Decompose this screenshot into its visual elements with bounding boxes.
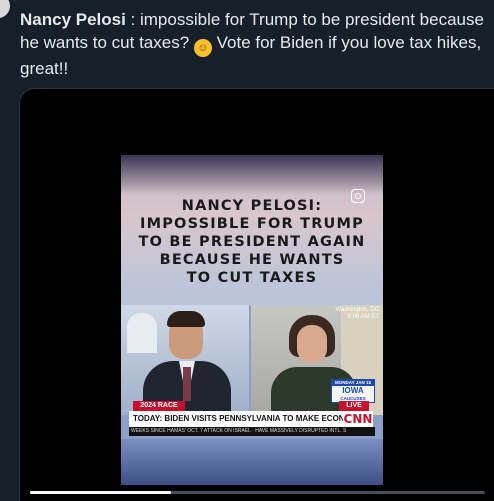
tweet-text: Nancy Pelosi : impossible for Trump to b… <box>20 8 485 80</box>
headline-line: TO CUT TAXES <box>186 270 318 286</box>
video-player[interactable]: NANCY PELOSI: IMPOSSIBLE FOR TRUMP TO BE… <box>19 88 494 501</box>
headline-line: TO BE PRESIDENT AGAIN <box>138 234 366 250</box>
headline-line: NANCY PELOSI: <box>181 198 323 214</box>
video-background-top <box>121 155 383 195</box>
headline-line: BECAUSE HE WANTS <box>159 252 345 268</box>
anchor-hair <box>167 311 205 327</box>
laughing-emoji-icon: ☺ <box>193 39 212 57</box>
race-tag: 2024 RACE <box>133 401 185 411</box>
network-logo: CNN <box>343 411 373 427</box>
video-progress-fill <box>30 491 172 494</box>
news-ticker: WEEKS SINCE HAMAS' OCT. 7 ATTACK ON ISRA… <box>129 427 375 436</box>
anchor-tie <box>183 367 191 401</box>
video-headline-overlay: NANCY PELOSI: IMPOSSIBLE FOR TRUMP TO BE… <box>121 191 383 307</box>
video-frame[interactable]: NANCY PELOSI: IMPOSSIBLE FOR TRUMP TO BE… <box>121 155 383 485</box>
live-badge: LIVE <box>339 401 369 411</box>
author-avatar[interactable] <box>0 0 10 18</box>
news-lower-third: TODAY: BIDEN VISITS PENNSYLVANIA TO MAKE… <box>129 411 345 427</box>
video-progress-bar[interactable] <box>30 491 485 494</box>
iowa-caucus-badge: MONDAY JAN 15 IOWA CAUCUSES <box>331 379 375 403</box>
anchor-panel <box>121 305 249 421</box>
location-label: Washington, DC 9:09 AM ET <box>336 307 379 321</box>
headline-line: IMPOSSIBLE FOR TRUMP <box>140 216 364 232</box>
capitol-dome-image <box>127 313 157 353</box>
time-text: 9:09 AM ET <box>347 314 379 320</box>
iowa-badge-title: IOWA <box>342 386 364 395</box>
guest-face <box>297 325 327 363</box>
video-background-bottom <box>121 439 383 485</box>
tweet-author-name[interactable]: Nancy Pelosi <box>20 10 126 29</box>
location-text: Washington, DC <box>335 307 379 313</box>
